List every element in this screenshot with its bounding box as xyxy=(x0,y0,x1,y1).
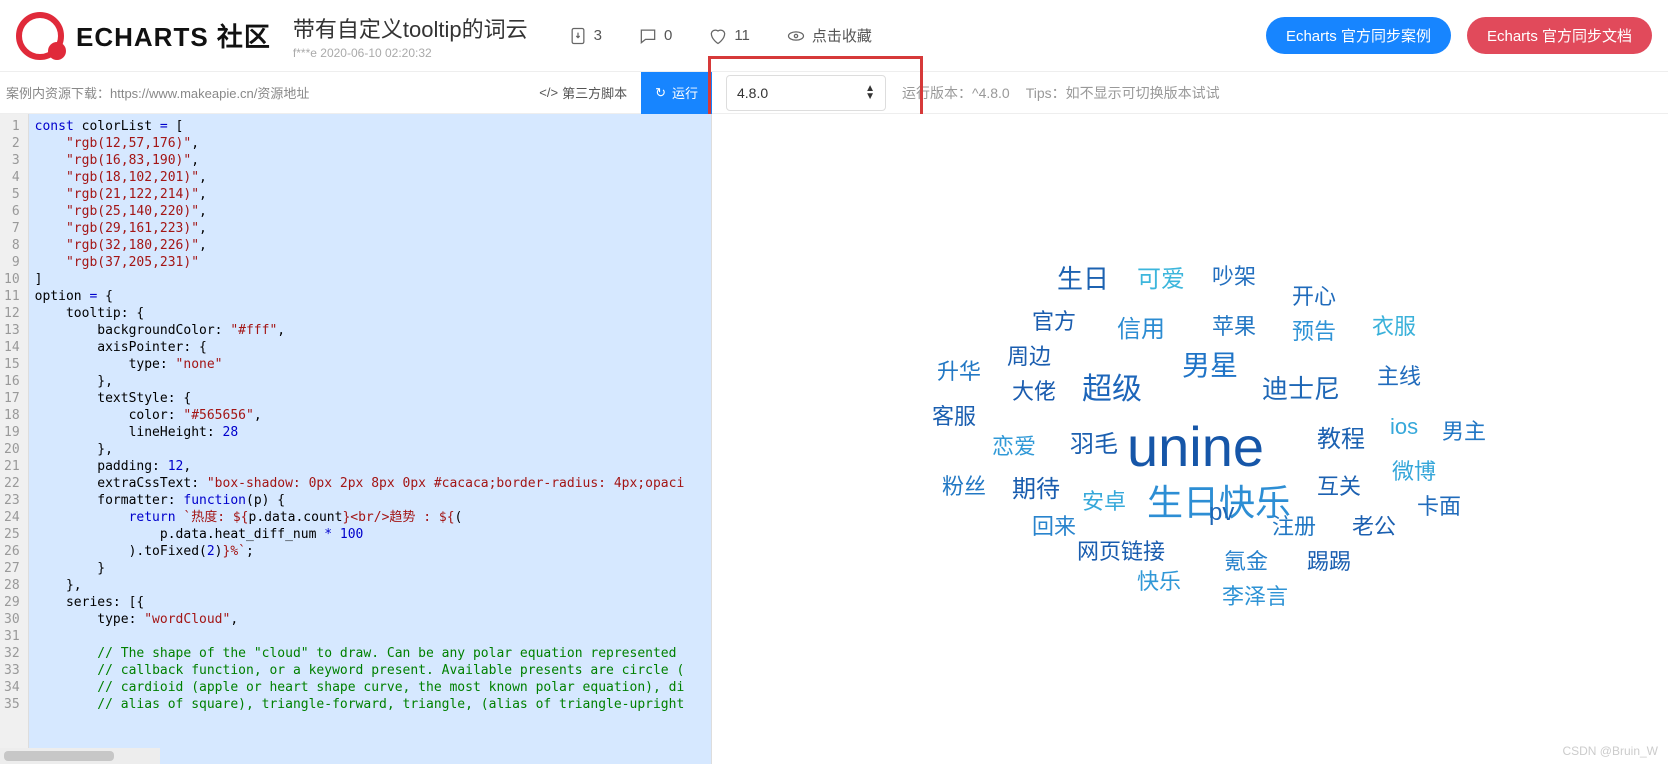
word-item[interactable]: 迪士尼 xyxy=(1262,369,1340,406)
word-item[interactable]: 教程 xyxy=(1317,419,1365,454)
main: 1234567891011121314151617181920212223242… xyxy=(0,114,1668,764)
word-item[interactable]: 生日 xyxy=(1057,259,1109,296)
word-item[interactable]: 大佬 xyxy=(1012,374,1056,406)
version-value: 4.8.0 xyxy=(737,85,768,101)
word-item[interactable]: 超级 xyxy=(1082,364,1142,408)
logo-icon xyxy=(16,12,64,60)
word-item[interactable]: 卡面 xyxy=(1417,489,1461,521)
download-text: 案例内资源下载：https://www.makeapie.cn/资源地址 xyxy=(6,83,309,102)
word-item[interactable]: 开心 xyxy=(1292,279,1336,311)
word-item[interactable]: 预告 xyxy=(1292,314,1336,346)
watermark: CSDN @Bruin_W xyxy=(1562,744,1658,758)
word-item[interactable]: 周边 xyxy=(1007,339,1051,371)
run-label: 运行 xyxy=(672,83,698,102)
version-info: 运行版本：^4.8.0 xyxy=(902,83,1010,103)
likes-stat[interactable]: 11 xyxy=(708,26,750,46)
word-item[interactable]: 李泽言 xyxy=(1222,579,1288,611)
word-item[interactable]: unine xyxy=(1127,414,1264,479)
word-item[interactable]: 回来 xyxy=(1032,509,1076,541)
word-item[interactable]: 信用 xyxy=(1117,309,1165,344)
word-item[interactable]: 可爱 xyxy=(1137,259,1185,294)
logo-text: ECHARTS 社区 xyxy=(76,17,271,54)
word-item[interactable]: ios xyxy=(1390,414,1418,440)
word-item[interactable]: 男主 xyxy=(1442,414,1486,446)
word-item[interactable]: 氪金 xyxy=(1224,544,1268,576)
word-item[interactable]: 男星 xyxy=(1182,344,1238,384)
examples-button[interactable]: Echarts 官方同步案例 xyxy=(1266,17,1451,54)
word-item[interactable]: 粉丝 xyxy=(942,469,986,501)
word-item[interactable]: 老公 xyxy=(1352,509,1396,541)
word-item[interactable]: 吵架 xyxy=(1212,259,1256,291)
word-item[interactable]: 羽毛 xyxy=(1070,424,1118,459)
word-item[interactable]: pv xyxy=(1209,499,1234,527)
code-editor[interactable]: 1234567891011121314151617181920212223242… xyxy=(0,114,712,764)
version-select[interactable]: 4.8.0 ▲▼ xyxy=(726,75,886,111)
run-button[interactable]: ↻ 运行 xyxy=(641,72,712,114)
subbar-actions: </> 第三方脚本 ↻ 运行 xyxy=(525,72,712,114)
header: ECHARTS 社区 带有自定义tooltip的词云 f***e 2020-06… xyxy=(0,0,1668,72)
word-item[interactable]: 衣服 xyxy=(1372,309,1416,341)
wordcloud: unine生日快乐超级男星信用生日可爱吵架开心官方苹果预告衣服周边升华大佬迪士尼… xyxy=(712,114,1668,764)
subbar-left: 案例内资源下载：https://www.makeapie.cn/资源地址 </>… xyxy=(0,72,712,114)
horizontal-scrollbar[interactable] xyxy=(0,748,160,764)
code-body[interactable]: const colorList = [ "rgb(12,57,176)", "r… xyxy=(29,114,711,764)
docs-button[interactable]: Echarts 官方同步文档 xyxy=(1467,17,1652,54)
word-item[interactable]: 苹果 xyxy=(1212,309,1256,341)
comments-count: 0 xyxy=(664,27,672,44)
eye-icon xyxy=(786,26,806,46)
likes-count: 11 xyxy=(734,27,750,44)
word-item[interactable]: 恋爱 xyxy=(992,429,1036,461)
word-item[interactable]: 主线 xyxy=(1377,359,1421,391)
word-item[interactable]: 客服 xyxy=(932,399,976,431)
page-title: 带有自定义tooltip的词云 xyxy=(293,12,528,44)
word-item[interactable]: 安卓 xyxy=(1082,484,1126,516)
subbar: 案例内资源下载：https://www.makeapie.cn/资源地址 </>… xyxy=(0,72,1668,114)
preview-panel: unine生日快乐超级男星信用生日可爱吵架开心官方苹果预告衣服周边升华大佬迪士尼… xyxy=(712,114,1668,764)
word-item[interactable]: 快乐 xyxy=(1137,564,1181,596)
downloads-count: 3 xyxy=(594,27,602,44)
word-item[interactable]: 期待 xyxy=(1012,469,1060,504)
word-item[interactable]: 网页链接 xyxy=(1077,534,1165,566)
comment-icon xyxy=(638,26,658,46)
word-item[interactable]: 踢踢 xyxy=(1307,544,1351,576)
third-party-label: 第三方脚本 xyxy=(562,83,627,102)
stats: 3 0 11 点击收藏 xyxy=(568,25,872,46)
favorite-label: 点击收藏 xyxy=(812,25,872,46)
tips-text: Tips：如不显示可切换版本试试 xyxy=(1026,83,1220,103)
word-item[interactable]: 互关 xyxy=(1317,469,1361,501)
logo[interactable]: ECHARTS 社区 xyxy=(16,12,271,60)
title-block: 带有自定义tooltip的词云 f***e 2020-06-10 02:20:3… xyxy=(293,12,528,60)
favorite-stat[interactable]: 点击收藏 xyxy=(786,25,872,46)
comments-stat[interactable]: 0 xyxy=(638,26,672,46)
word-item[interactable]: 官方 xyxy=(1032,304,1076,336)
code-icon: </> xyxy=(539,85,558,100)
author: f***e xyxy=(293,46,317,60)
word-item[interactable]: 升华 xyxy=(937,354,981,386)
subbar-right: 4.8.0 ▲▼ 运行版本：^4.8.0 Tips：如不显示可切换版本试试 xyxy=(712,75,1220,111)
chevron-updown-icon: ▲▼ xyxy=(865,85,875,101)
word-item[interactable]: 微博 xyxy=(1392,454,1436,486)
meta: f***e 2020-06-10 02:20:32 xyxy=(293,46,528,60)
heart-icon xyxy=(708,26,728,46)
third-party-button[interactable]: </> 第三方脚本 xyxy=(525,83,641,102)
word-item[interactable]: 注册 xyxy=(1272,509,1316,541)
header-buttons: Echarts 官方同步案例 Echarts 官方同步文档 xyxy=(1266,17,1652,54)
refresh-icon: ↻ xyxy=(655,85,666,101)
line-gutter: 1234567891011121314151617181920212223242… xyxy=(0,114,29,764)
download-icon xyxy=(568,26,588,46)
date: 2020-06-10 02:20:32 xyxy=(320,46,431,60)
downloads-stat[interactable]: 3 xyxy=(568,26,602,46)
